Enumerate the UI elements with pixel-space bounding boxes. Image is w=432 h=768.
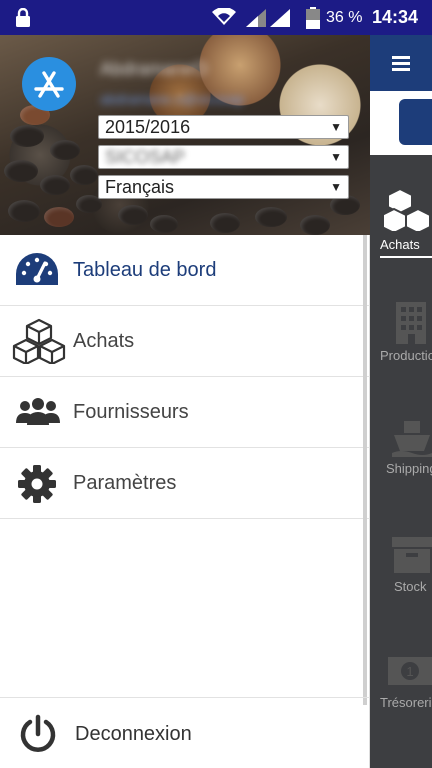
active-indicator bbox=[380, 256, 432, 258]
nav-label: Achats bbox=[380, 237, 420, 252]
battery-percent: 36 % bbox=[326, 9, 363, 26]
nav-label: Shipping bbox=[386, 461, 432, 476]
nav-label: Stock bbox=[394, 579, 427, 594]
nav-item-stock[interactable]: Stock bbox=[370, 525, 432, 635]
clock: 14:34 bbox=[372, 7, 419, 27]
nav-label: Production bbox=[380, 348, 432, 363]
toolbar-strip bbox=[370, 91, 432, 155]
battery-icon bbox=[306, 7, 320, 29]
lock-icon bbox=[16, 8, 30, 27]
dropdown-arrow-icon: ▼ bbox=[330, 120, 342, 134]
drawer-scrollbar[interactable] bbox=[363, 235, 367, 705]
language-select[interactable]: Français ▼ bbox=[98, 175, 349, 199]
status-bar: 36 % 14:34 bbox=[0, 0, 432, 35]
year-select[interactable]: 2015/2016 ▼ bbox=[98, 115, 349, 139]
building-icon bbox=[396, 302, 426, 344]
nav-item-achats[interactable]: Achats bbox=[370, 175, 432, 285]
menu-label: Fournisseurs bbox=[73, 401, 189, 423]
nav-item-production[interactable]: Production bbox=[370, 290, 432, 400]
money-icon: 1 bbox=[388, 657, 432, 685]
year-select-value: 2015/2016 bbox=[105, 117, 191, 137]
nav-label: Trésorerie bbox=[380, 695, 432, 710]
toolbar-button[interactable] bbox=[399, 99, 432, 145]
language-select-value: Français bbox=[105, 177, 175, 197]
nav-item-tresorerie[interactable]: 1 Trésorerie bbox=[370, 645, 432, 755]
dashboard-icon bbox=[16, 253, 58, 285]
menu-label: Paramètres bbox=[73, 472, 177, 494]
nav-item-shipping[interactable]: Shipping bbox=[370, 405, 432, 515]
svg-text:1: 1 bbox=[406, 664, 413, 679]
menu-item-achats[interactable]: Achats bbox=[0, 306, 370, 377]
drawer-header: AbdramaneO abdramane.o@sicosap 2015/2016… bbox=[0, 35, 370, 235]
logout-button[interactable]: Deconnexion bbox=[0, 697, 370, 768]
ship-icon bbox=[392, 421, 432, 457]
signal-icon bbox=[246, 9, 266, 27]
logout-label: Deconnexion bbox=[75, 723, 192, 745]
gear-icon bbox=[18, 465, 56, 503]
users-icon bbox=[16, 398, 60, 425]
background-nav: Achats Production Shipping bbox=[370, 35, 432, 768]
wifi-icon bbox=[212, 8, 236, 25]
menu-item-tableau-de-bord[interactable]: Tableau de bord bbox=[0, 235, 370, 306]
menu-label: Tableau de bord bbox=[73, 259, 217, 281]
user-email: abdramane.o@sicosap bbox=[100, 91, 245, 107]
boxes-icon bbox=[384, 187, 431, 231]
dropdown-arrow-icon: ▼ bbox=[330, 180, 342, 194]
company-select[interactable]: SICOSAP ▼ bbox=[98, 145, 349, 169]
menu-item-parametres[interactable]: Paramètres bbox=[0, 448, 370, 519]
user-name: AbdramaneO bbox=[100, 59, 208, 79]
app-store-icon bbox=[34, 71, 64, 98]
app-logo bbox=[22, 57, 76, 111]
power-icon bbox=[20, 714, 56, 752]
navigation-drawer: AbdramaneO abdramane.o@sicosap 2015/2016… bbox=[0, 35, 370, 768]
menu-item-fournisseurs[interactable]: Fournisseurs bbox=[0, 377, 370, 448]
boxes-icon bbox=[12, 318, 66, 364]
hamburger-button[interactable] bbox=[370, 35, 432, 91]
archive-icon bbox=[392, 537, 432, 573]
signal-icon-2 bbox=[270, 9, 290, 27]
menu-label: Achats bbox=[73, 330, 135, 352]
dropdown-arrow-icon: ▼ bbox=[330, 150, 342, 164]
company-select-value: SICOSAP bbox=[105, 147, 186, 167]
